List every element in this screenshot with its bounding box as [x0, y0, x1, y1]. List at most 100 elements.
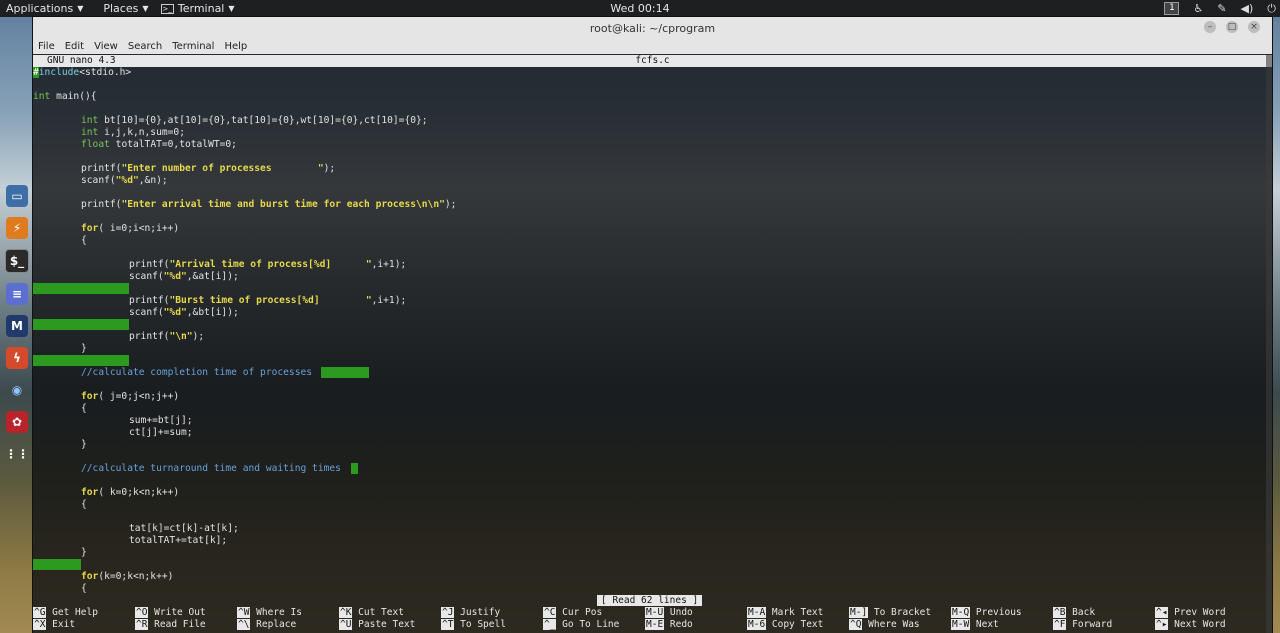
shortcut-key: ^▸ — [1155, 619, 1169, 630]
code-line: for( k=0;k<n;k++) — [81, 487, 179, 499]
shortcut-key: ^X — [33, 619, 47, 630]
menu-file[interactable]: File — [33, 41, 60, 52]
code-token: printf( — [129, 295, 170, 306]
eye-icon[interactable]: ◉ — [6, 379, 28, 401]
shortcut-item: ^K Cut Text — [339, 607, 404, 619]
code-token: ,&bt[i]); — [186, 307, 239, 318]
maximize-icon[interactable]: □ — [1226, 21, 1238, 33]
code-line: //calculate turnaround time and waiting … — [81, 463, 341, 475]
shortcut-label: Cur Pos — [556, 607, 603, 618]
shortcut-item: ^C Cur Pos — [543, 607, 602, 619]
metasploit-icon[interactable]: M — [6, 315, 28, 337]
code-token: } — [81, 343, 87, 354]
applications-menu[interactable]: Applications ▼ — [0, 0, 89, 17]
top-panel: Applications ▼ Places ▼ >_ Terminal ▼ Wed 0… — [0, 0, 1280, 17]
code-line: float totalTAT=0,totalWT=0; — [81, 139, 237, 151]
code-line: for( j=0;j<n;j++) — [81, 391, 179, 403]
nano-shortcut-bar: ^G Get Help ^X Exit ^O Write Out ^R Read Fi… — [33, 607, 1272, 633]
power-icon[interactable]: ⏻ — [1267, 2, 1276, 16]
window-title: root@kali: ~/cprogram — [589, 21, 716, 35]
shortcut-key: ^C — [543, 607, 557, 618]
shortcut-key: M-6 — [747, 619, 767, 630]
nano-status-message: [ Read 62 lines ] — [597, 595, 703, 606]
close-icon[interactable]: × — [1248, 21, 1260, 33]
app-grid-icon[interactable]: ⋮⋮ — [5, 443, 29, 465]
code-token: "Enter arrival time and burst time for e… — [121, 199, 445, 210]
shortcut-item: ^O Write Out — [135, 607, 206, 619]
shortcut-item: ^X Exit — [33, 619, 75, 631]
shortcut-label: Redo — [664, 619, 693, 630]
editor-area[interactable]: #include<stdio.h> int main(){ int bt[10]… — [33, 67, 1272, 597]
files-icon[interactable]: ▭ — [6, 185, 28, 207]
menu-help[interactable]: Help — [219, 41, 252, 52]
trailing-whitespace-highlight — [33, 283, 129, 294]
armitage-icon[interactable]: ϟ — [6, 347, 28, 369]
workspace-indicator[interactable]: 1 — [1164, 2, 1180, 15]
trailing-whitespace-highlight — [33, 355, 129, 366]
shortcut-label: To Bracket — [868, 607, 932, 618]
shortcut-key: M-A — [747, 607, 767, 618]
code-token: "\n" — [169, 331, 193, 342]
cursor — [351, 463, 358, 474]
shortcut-label: Read File — [148, 619, 206, 630]
terminal-icon[interactable]: $_ — [5, 249, 29, 273]
window-titlebar[interactable]: root@kali: ~/cprogram – □ × — [33, 17, 1272, 39]
shortcut-label: Write Out — [148, 607, 206, 618]
code-token: printf( — [81, 163, 122, 174]
shortcut-label: Where Is — [250, 607, 302, 618]
code-token: for — [81, 571, 99, 582]
code-token: int — [81, 127, 99, 138]
minimize-icon[interactable]: – — [1204, 21, 1216, 33]
shortcut-label: Forward — [1066, 619, 1113, 630]
volume-icon[interactable]: ◀) — [1241, 2, 1254, 15]
code-token: for — [81, 391, 99, 402]
code-token: tat[k]=ct[k]-at[k]; — [129, 523, 239, 534]
nano-header: GNU nano 4.3 fcfs.c — [33, 55, 1272, 67]
shortcut-item: ^F Forward — [1053, 619, 1112, 631]
shortcut-label: Mark Text — [766, 607, 824, 618]
code-line: for(k=0;k<n;k++) — [81, 571, 173, 583]
shortcut-key: ^F — [1053, 619, 1067, 630]
terminal-app-menu[interactable]: >_ Terminal ▼ — [155, 0, 241, 17]
clock[interactable]: Wed 00:14 — [610, 2, 669, 15]
code-token: "Arrival time of process[%d] " — [169, 259, 372, 270]
code-line: printf("Arrival time of process[%d] ",i+… — [129, 259, 406, 271]
code-token: ,&n); — [138, 175, 168, 186]
code-token: printf( — [129, 331, 170, 342]
caret-down-icon: ▼ — [77, 4, 84, 13]
code-line: printf("\n"); — [129, 331, 204, 343]
shortcut-key: ^Q — [849, 619, 863, 630]
shortcut-item: M-Q Previous — [951, 607, 1022, 619]
cherrytree-icon[interactable]: ✿ — [6, 411, 28, 433]
terminal-app-label: Terminal — [177, 2, 225, 15]
code-token: printf( — [81, 199, 122, 210]
code-token: sum+=bt[j]; — [129, 415, 193, 426]
accessibility-icon[interactable]: ♿ — [1193, 2, 1203, 15]
code-token: "%d" — [163, 307, 187, 318]
menu-edit[interactable]: Edit — [60, 41, 89, 52]
code-line: { — [81, 235, 87, 247]
terminal-scrollbar[interactable] — [1266, 55, 1272, 633]
shortcut-key: ^R — [135, 619, 149, 630]
code-token: "Enter number of processes " — [121, 163, 324, 174]
code-line: printf("Enter number of processes "); — [81, 163, 335, 175]
places-menu[interactable]: Places ▼ — [97, 0, 154, 17]
menu-terminal[interactable]: Terminal — [167, 41, 219, 52]
code-line: sum+=bt[j]; — [129, 415, 193, 427]
code-token: ); — [323, 163, 336, 174]
code-token: scanf( — [129, 307, 164, 318]
shortcut-key: M-E — [645, 619, 665, 630]
shortcut-item: ^B Back — [1053, 607, 1095, 619]
menu-view[interactable]: View — [89, 41, 123, 52]
menu-search[interactable]: Search — [123, 41, 167, 52]
code-token: //calculate turnaround time and waiting … — [81, 463, 341, 474]
code-line: } — [81, 343, 87, 355]
shortcut-item: ^Q Where Was — [849, 619, 920, 631]
tools-icon[interactable]: ✎ — [1217, 2, 1226, 15]
code-token: ( j=0;j<n;j++) — [98, 391, 180, 402]
notes-icon[interactable]: ≡ — [6, 283, 28, 305]
code-token: int — [33, 91, 51, 102]
burpsuite-icon[interactable]: ⚡ — [6, 217, 28, 239]
shortcut-label: Next Word — [1168, 619, 1226, 630]
shortcut-label: To Spell — [454, 619, 506, 630]
